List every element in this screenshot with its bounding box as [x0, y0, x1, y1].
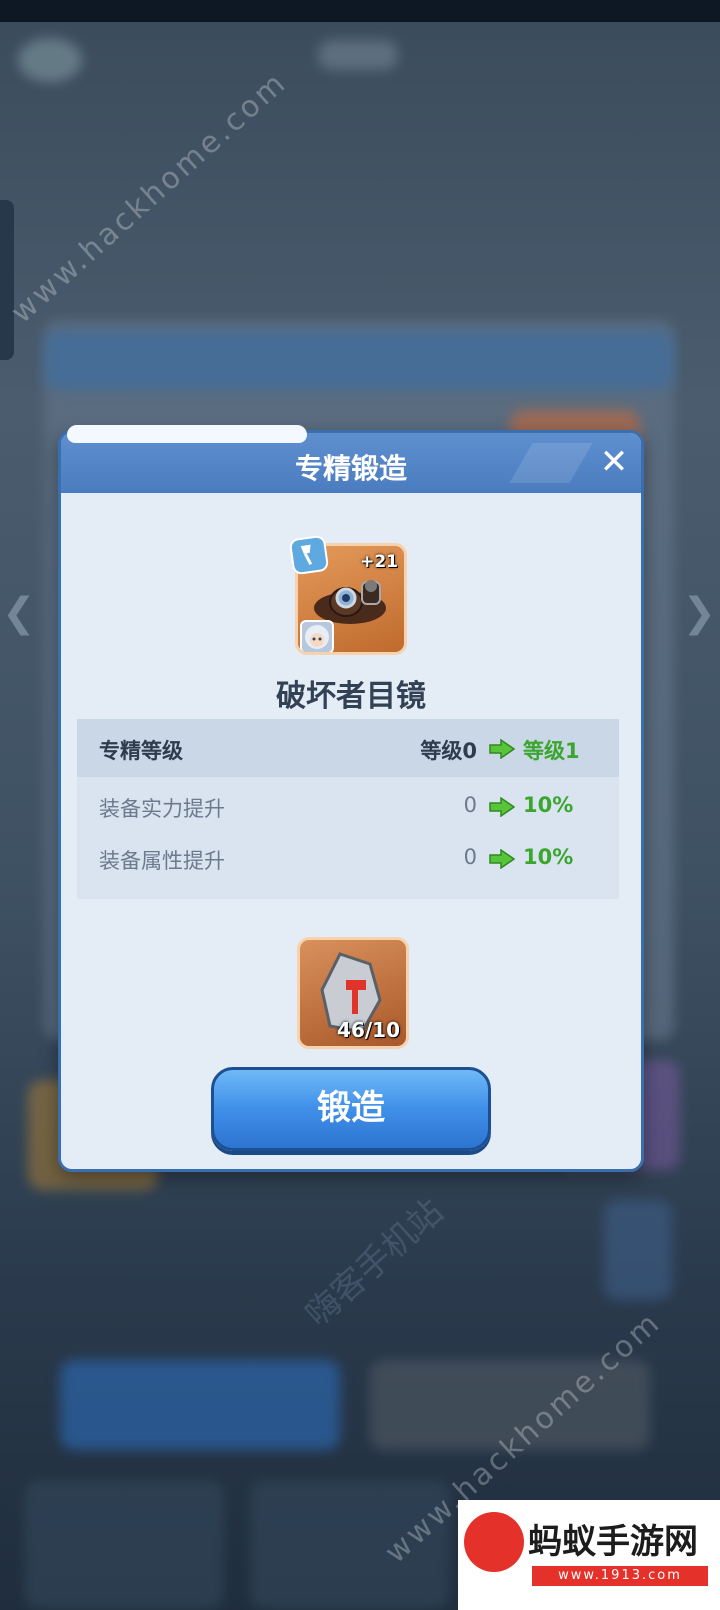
dialog-title: 专精锻造 — [294, 452, 407, 485]
watermark-center: 嗨客手机站 — [297, 1191, 452, 1335]
arrow-right-icon — [489, 739, 515, 759]
material-count: 46/10 — [337, 1018, 400, 1042]
snow-decoration — [67, 425, 307, 443]
status-bar — [0, 0, 720, 22]
arrow-right-icon — [489, 797, 515, 817]
stat-from-value: 等级0 — [420, 739, 477, 763]
stat-to-value: 等级1 — [523, 739, 580, 763]
item-name: 破坏者目镜 — [276, 679, 426, 714]
stat-label: 装备实力提升 — [99, 797, 225, 821]
stat-from-value: 0 — [463, 793, 477, 817]
stat-to-value: 10% — [523, 845, 574, 869]
close-icon[interactable]: ✕ — [597, 445, 631, 479]
stats-panel: 专精等级 等级0 等级1 装备实力提升 0 10% 装备属性提升 0 10% — [77, 719, 619, 899]
background-blue-button — [60, 1360, 340, 1450]
brand-name: 蚂蚁手游网 — [528, 1522, 698, 1562]
hero-face-icon — [305, 625, 329, 649]
stat-to-value: 10% — [523, 793, 574, 817]
hero-avatar — [300, 620, 334, 652]
shovel-icon — [288, 534, 330, 576]
stat-row-mastery-level: 专精等级 等级0 等级1 — [77, 719, 619, 777]
background-bottom-tab-1 — [24, 1480, 224, 1610]
background-edge-tab — [0, 200, 14, 360]
background-panel-header — [44, 330, 674, 390]
forge-dialog: 专精锻造 ✕ +21 破坏者目镜 专精等级 等级0 等级1 装备实力提升 0 1… — [58, 425, 644, 1335]
arrow-right-icon — [489, 849, 515, 869]
watermark-top: www.hackhome.com — [4, 64, 294, 331]
background-avatar — [18, 38, 82, 82]
brand-url: www.1913.com — [532, 1566, 708, 1586]
chevron-left-icon: ❮ — [2, 590, 36, 636]
forge-material-slot[interactable]: 46/10 — [297, 937, 409, 1049]
ant-logo-icon — [464, 1512, 524, 1572]
background-shield-button — [604, 1200, 672, 1300]
dialog-body: +21 破坏者目镜 专精等级 等级0 等级1 装备实力提升 0 10% 装备属性… — [61, 493, 641, 1335]
dialog-header: 专精锻造 ✕ — [61, 425, 641, 493]
item-level-badge: +21 — [360, 552, 398, 572]
stat-from-value: 0 — [463, 845, 477, 869]
background-title — [318, 40, 398, 70]
brand-logo-block: 蚂蚁手游网 www.1913.com — [458, 1500, 720, 1610]
stat-label: 专精等级 — [99, 739, 183, 763]
forge-button[interactable]: 锻造 — [211, 1067, 491, 1151]
stat-label: 装备属性提升 — [99, 849, 225, 873]
chevron-right-icon: ❯ — [682, 590, 716, 636]
